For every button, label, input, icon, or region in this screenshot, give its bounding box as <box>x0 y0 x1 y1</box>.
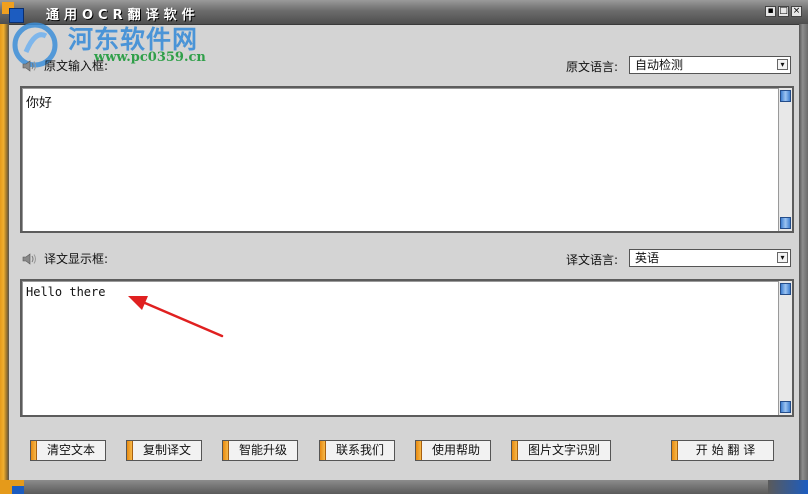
help-button[interactable]: 使用帮助 <box>415 440 491 461</box>
speaker-icon[interactable] <box>22 252 38 266</box>
target-text: Hello there <box>26 285 106 299</box>
target-scrollbar[interactable] <box>778 281 792 415</box>
watermark-url: www.pc0359.cn <box>94 50 206 65</box>
bottom-frame <box>0 480 808 494</box>
target-lang-value: 英语 <box>635 251 660 265</box>
dropdown-icon[interactable]: ▾ <box>777 252 788 263</box>
target-lang-label: 译文语言: <box>566 253 619 267</box>
dropdown-icon[interactable]: ▾ <box>777 59 788 70</box>
source-lang-select[interactable]: 自动检测 ▾ <box>629 56 791 74</box>
annotation-arrow-icon <box>128 296 224 338</box>
source-lang-value: 自动检测 <box>635 58 684 72</box>
target-lang-select[interactable]: 英语 ▾ <box>629 249 791 267</box>
clear-text-button[interactable]: 清空文本 <box>30 440 106 461</box>
target-label-row: 译文显示框: <box>22 250 108 267</box>
source-text: 你好 <box>26 96 53 111</box>
source-lang-label: 原文语言: <box>566 60 619 74</box>
source-label-row: 原文输入框: <box>22 57 108 74</box>
contact-us-button[interactable]: 联系我们 <box>319 440 395 461</box>
speaker-icon[interactable] <box>22 59 38 73</box>
image-ocr-button[interactable]: 图片文字识别 <box>511 440 611 461</box>
left-frame <box>0 24 9 480</box>
source-scrollbar[interactable] <box>778 88 792 231</box>
app-window: 通用OCR翻译软件 ▪ □ × 河东软件网 www.pc0359.cn 原文输入… <box>0 0 808 494</box>
source-textarea[interactable]: 你好 <box>20 86 794 233</box>
maximize-button[interactable]: □ <box>778 6 789 17</box>
scroll-down-thumb[interactable] <box>780 217 791 229</box>
scroll-down-thumb[interactable] <box>780 401 791 413</box>
right-frame <box>799 24 808 480</box>
smart-upgrade-button[interactable]: 智能升级 <box>222 440 298 461</box>
close-button[interactable]: × <box>791 6 802 17</box>
scroll-up-thumb[interactable] <box>780 283 791 295</box>
start-translate-button[interactable]: 开 始 翻 译 <box>671 440 774 461</box>
source-label: 原文输入框: <box>44 59 109 73</box>
minimize-button[interactable]: ▪ <box>765 6 776 17</box>
copy-translation-button[interactable]: 复制译文 <box>126 440 202 461</box>
target-label: 译文显示框: <box>44 252 109 266</box>
scroll-up-thumb[interactable] <box>780 90 791 102</box>
